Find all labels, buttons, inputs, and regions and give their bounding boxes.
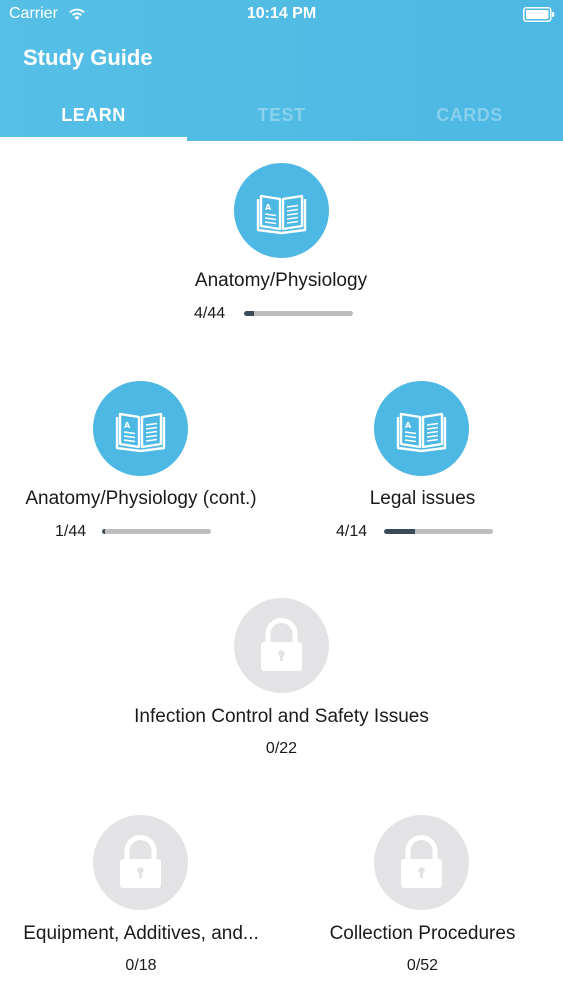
lock-icon[interactable] (93, 815, 188, 910)
progress-count: 4/44 (194, 305, 226, 322)
progress-bar-fill (244, 311, 254, 316)
tab-cards[interactable]: CARDS (376, 96, 563, 141)
progress-count: 1/44 (55, 523, 87, 540)
lock-icon[interactable] (374, 815, 469, 910)
app-header: Carrier 10:14 PM Study Guide LEARN TEST … (0, 0, 563, 141)
progress-bar (384, 529, 493, 534)
topic-title: Collection Procedures (329, 923, 516, 944)
topic-title: Equipment, Additives, and... (23, 923, 259, 944)
tab-test[interactable]: TEST (188, 96, 375, 141)
battery-icon (523, 7, 555, 22)
book-icon[interactable]: A (93, 381, 188, 476)
tab-learn[interactable]: LEARN (0, 96, 187, 141)
page-title: Study Guide (23, 45, 153, 70)
book-icon[interactable]: A (234, 163, 329, 258)
topic-title: Anatomy/Physiology (194, 270, 368, 291)
progress-bar (244, 311, 353, 316)
progress-bar-fill (384, 529, 416, 534)
progress-bar (102, 529, 211, 534)
lock-icon[interactable] (234, 598, 329, 693)
svg-text:A: A (405, 421, 412, 430)
status-time: 10:14 PM (246, 5, 317, 22)
topic-title: Infection Control and Safety Issues (134, 706, 429, 727)
status-bar: Carrier 10:14 PM (0, 0, 563, 30)
book-icon[interactable]: A (374, 381, 469, 476)
svg-text:A: A (265, 203, 272, 212)
progress-count: 0/18 (125, 957, 157, 974)
topic-title: Legal issues (369, 488, 476, 509)
active-tab-indicator (0, 137, 187, 141)
svg-text:A: A (124, 421, 131, 430)
progress-count: 0/22 (265, 740, 298, 757)
progress-bar-fill (102, 529, 106, 534)
topic-title: Anatomy/Physiology (cont.) (25, 488, 257, 509)
progress-count: 4/14 (336, 523, 368, 540)
progress-count: 0/52 (406, 957, 439, 974)
tab-bar: LEARN TEST CARDS (0, 96, 563, 141)
